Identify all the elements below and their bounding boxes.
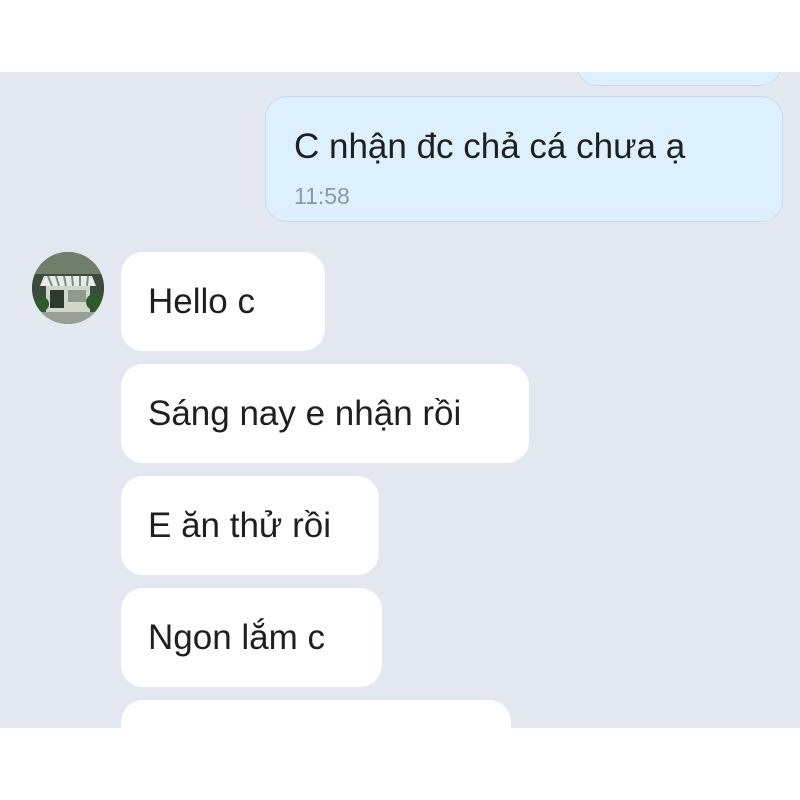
incoming-message-bubble[interactable]: E ăn thử rồi: [121, 476, 379, 575]
message-text: C nhận đc chả cá chưa ạ: [294, 127, 686, 166]
message-text: E ăn thử rồi: [148, 505, 331, 545]
message-text: Ngon lắm c: [148, 617, 326, 657]
incoming-message-bubble[interactable]: Hello c: [121, 252, 325, 351]
screenshot-frame: C nhận đc chả cá chưa ạ 11:58 Hello c Sá…: [0, 0, 800, 800]
message-timestamp: 11:58: [294, 183, 350, 209]
outgoing-message-bubble-partial[interactable]: [576, 72, 782, 86]
storefront-icon: [32, 252, 104, 324]
incoming-message-bubble[interactable]: Sáng nay e nhận rồi: [121, 364, 529, 463]
incoming-message-bubble-partial[interactable]: [121, 700, 511, 728]
chat-message-list[interactable]: C nhận đc chả cá chưa ạ 11:58 Hello c Sá…: [0, 72, 800, 728]
outgoing-message-bubble[interactable]: C nhận đc chả cá chưa ạ 11:58: [265, 96, 783, 222]
incoming-message-bubble[interactable]: Ngon lắm c: [121, 588, 382, 687]
message-text: Sáng nay e nhận rồi: [148, 393, 462, 433]
contact-avatar[interactable]: [32, 252, 104, 324]
message-text: Hello c: [148, 281, 255, 321]
